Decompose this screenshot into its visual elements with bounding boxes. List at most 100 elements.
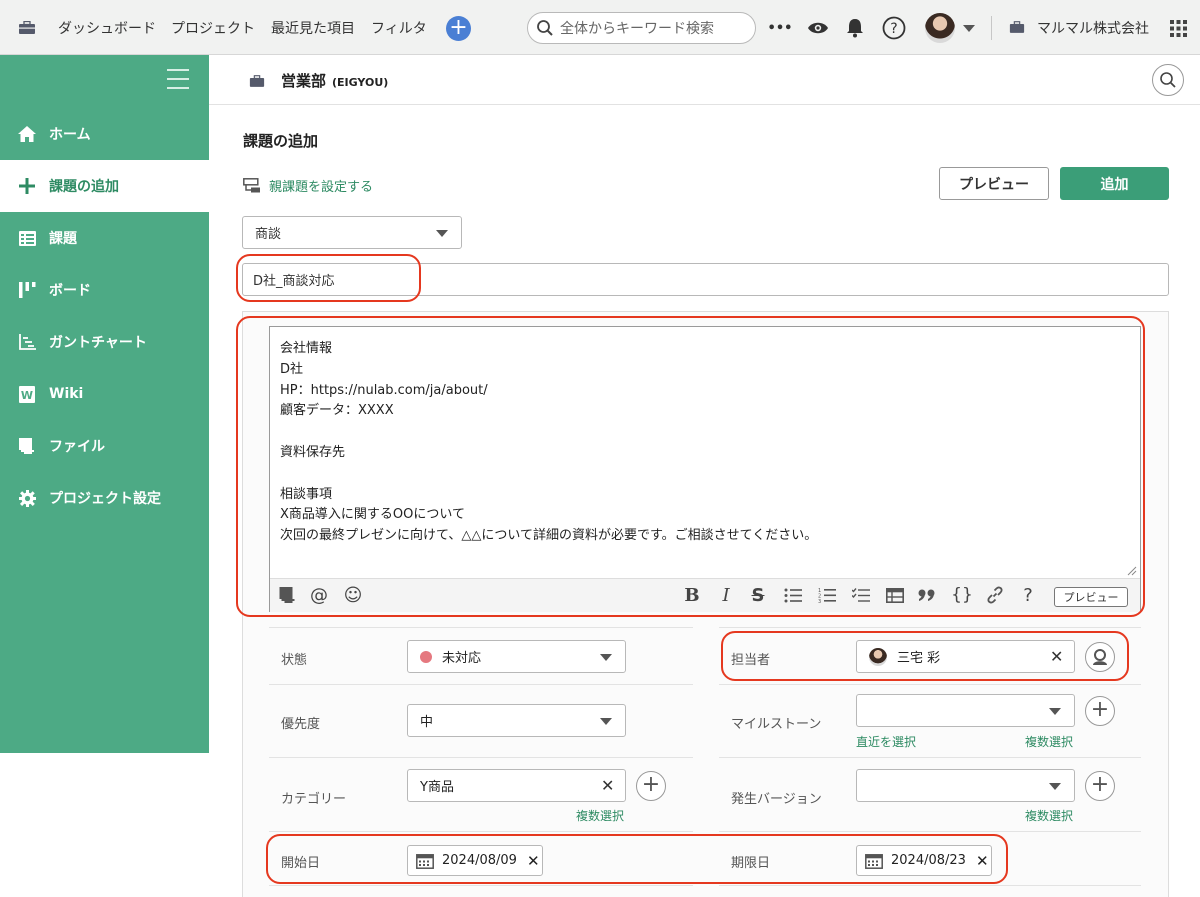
project-name: 営業部	[281, 72, 327, 90]
briefcase-icon	[249, 75, 265, 87]
sidebar-item-label: ホーム	[49, 127, 91, 143]
help-icon[interactable]: ?	[881, 14, 907, 42]
bullet-list-icon[interactable]	[782, 584, 804, 606]
project-key: (EIGYOU)	[332, 76, 389, 89]
search-placeholder: 全体からキーワード検索	[560, 21, 714, 37]
link-icon[interactable]	[984, 584, 1006, 606]
status-select[interactable]: 未対応	[407, 640, 626, 673]
start-date-input[interactable]: 2024/08/09 ✕	[407, 845, 543, 876]
table-icon[interactable]	[884, 584, 906, 606]
sidebar-item-wiki[interactable]: W Wiki	[0, 368, 209, 420]
due-date-input[interactable]: 2024/08/23 ✕	[856, 845, 992, 876]
issue-type-select[interactable]: 商談	[242, 216, 462, 249]
nav-recent-items[interactable]: 最近見た項目	[271, 0, 355, 55]
clear-icon[interactable]: ✕	[976, 852, 989, 870]
start-date-label: 開始日	[281, 856, 321, 871]
grid-icon[interactable]	[1168, 14, 1188, 42]
hamburger-menu-icon[interactable]	[167, 69, 189, 89]
add-issue-button[interactable]: 追加	[1060, 167, 1169, 200]
sidebar-item-label: ガントチャート	[49, 335, 147, 351]
quote-icon[interactable]	[916, 584, 938, 606]
sidebar-item-label: 課題の追加	[49, 179, 119, 195]
sidebar-item-issues[interactable]: 課題	[0, 212, 209, 264]
assign-to-me-button[interactable]	[1085, 642, 1115, 672]
add-milestone-button[interactable]: +	[1085, 696, 1115, 726]
resize-handle-icon[interactable]	[1127, 566, 1137, 576]
sidebar-item-board[interactable]: ボード	[0, 264, 209, 316]
milestone-multi-select-link[interactable]: 複数選択	[1025, 733, 1073, 750]
global-search-input[interactable]: 全体からキーワード検索	[527, 12, 756, 44]
strikethrough-icon[interactable]: S	[748, 584, 768, 606]
version-select[interactable]	[856, 769, 1075, 802]
divider	[719, 627, 1141, 628]
more-menu-icon[interactable]: •••	[768, 14, 793, 42]
assignee-select[interactable]: 三宅 彩 ✕	[856, 640, 1075, 673]
preview-button[interactable]: プレビュー	[939, 167, 1049, 200]
list-icon	[18, 229, 36, 247]
milestone-recent-link[interactable]: 直近を選択	[856, 733, 916, 750]
version-label: 発生バージョン	[731, 792, 822, 807]
add-version-button[interactable]: +	[1085, 771, 1115, 801]
search-icon	[537, 20, 553, 36]
category-multi-select-link[interactable]: 複数選択	[576, 807, 624, 824]
sidebar-item-label: Wiki	[49, 386, 84, 402]
chevron-down-icon[interactable]	[963, 25, 975, 32]
category-value: Y商品	[420, 780, 454, 795]
sidebar-item-add-issue[interactable]: 課題の追加	[0, 160, 209, 212]
milestone-select[interactable]	[856, 694, 1075, 727]
clear-icon[interactable]: ✕	[1050, 647, 1063, 666]
sidebar-item-project-settings[interactable]: プロジェクト設定	[0, 472, 209, 524]
sidebar-item-home[interactable]: ホーム	[0, 108, 209, 160]
version-multi-select-link[interactable]: 複数選択	[1025, 807, 1073, 824]
subject-input[interactable]: D社_商談対応	[242, 263, 1169, 296]
divider	[719, 885, 1141, 886]
attach-file-icon[interactable]	[278, 584, 298, 606]
italic-icon[interactable]: I	[716, 584, 736, 606]
checklist-icon[interactable]	[850, 584, 872, 606]
issue-type-value: 商談	[255, 227, 282, 242]
chevron-down-icon	[600, 654, 612, 661]
category-select[interactable]: Y商品 ✕	[407, 769, 626, 802]
description-editor[interactable]: 会社情報 D社 HP：https://nulab.com/ja/about/顧客デー…	[269, 326, 1141, 612]
project-search-button[interactable]	[1152, 64, 1184, 96]
code-block-icon[interactable]: {}	[950, 584, 974, 606]
add-button[interactable]: +	[446, 16, 471, 41]
description-line	[280, 464, 817, 485]
description-line: 会社情報	[280, 341, 333, 356]
bell-icon[interactable]	[843, 14, 867, 42]
set-parent-issue-link[interactable]: 親課題を設定する	[243, 176, 373, 195]
nav-filter[interactable]: フィルタ	[371, 0, 427, 55]
numbered-list-icon[interactable]: 123	[816, 584, 838, 606]
description-line: D社	[280, 361, 304, 377]
wiki-icon: W	[18, 385, 36, 403]
clear-icon[interactable]: ✕	[601, 776, 614, 795]
eye-icon[interactable]	[806, 14, 830, 42]
divider	[269, 757, 693, 758]
priority-value: 中	[420, 715, 434, 730]
emoji-icon[interactable]: ☺	[342, 584, 364, 606]
nav-dashboard[interactable]: ダッシュボード	[58, 0, 156, 55]
editor-preview-button[interactable]: プレビュー	[1054, 587, 1128, 607]
description-line: 相談事項	[280, 486, 333, 502]
org-switcher[interactable]: マルマル株式会社	[1009, 0, 1149, 55]
description-text[interactable]: 会社情報 D社 HP：https://nulab.com/ja/about/顧客デー…	[280, 339, 817, 547]
gear-icon	[18, 489, 36, 507]
sidebar-item-files[interactable]: ファイル	[0, 420, 209, 472]
briefcase-icon[interactable]	[18, 0, 36, 55]
priority-select[interactable]: 中	[407, 704, 626, 737]
divider	[269, 627, 693, 628]
add-category-button[interactable]: +	[636, 771, 666, 801]
nav-projects[interactable]: プロジェクト	[171, 0, 255, 55]
help-icon[interactable]: ?	[1018, 584, 1038, 606]
building-icon	[1009, 21, 1025, 33]
project-title[interactable]: 営業部 (EIGYOU)	[281, 70, 388, 91]
project-sidebar: ホーム 課題の追加 課題 ボード ガントチャート W Wiki ファイル プロジ…	[0, 55, 209, 753]
mention-icon[interactable]: @	[308, 584, 330, 606]
clear-icon[interactable]: ✕	[527, 852, 540, 870]
bold-icon[interactable]: B	[682, 584, 702, 606]
project-header: 営業部 (EIGYOU)	[209, 55, 1200, 105]
divider	[719, 684, 1141, 685]
sidebar-item-gantt[interactable]: ガントチャート	[0, 316, 209, 368]
calendar-icon	[865, 853, 883, 869]
user-avatar[interactable]	[925, 13, 955, 43]
